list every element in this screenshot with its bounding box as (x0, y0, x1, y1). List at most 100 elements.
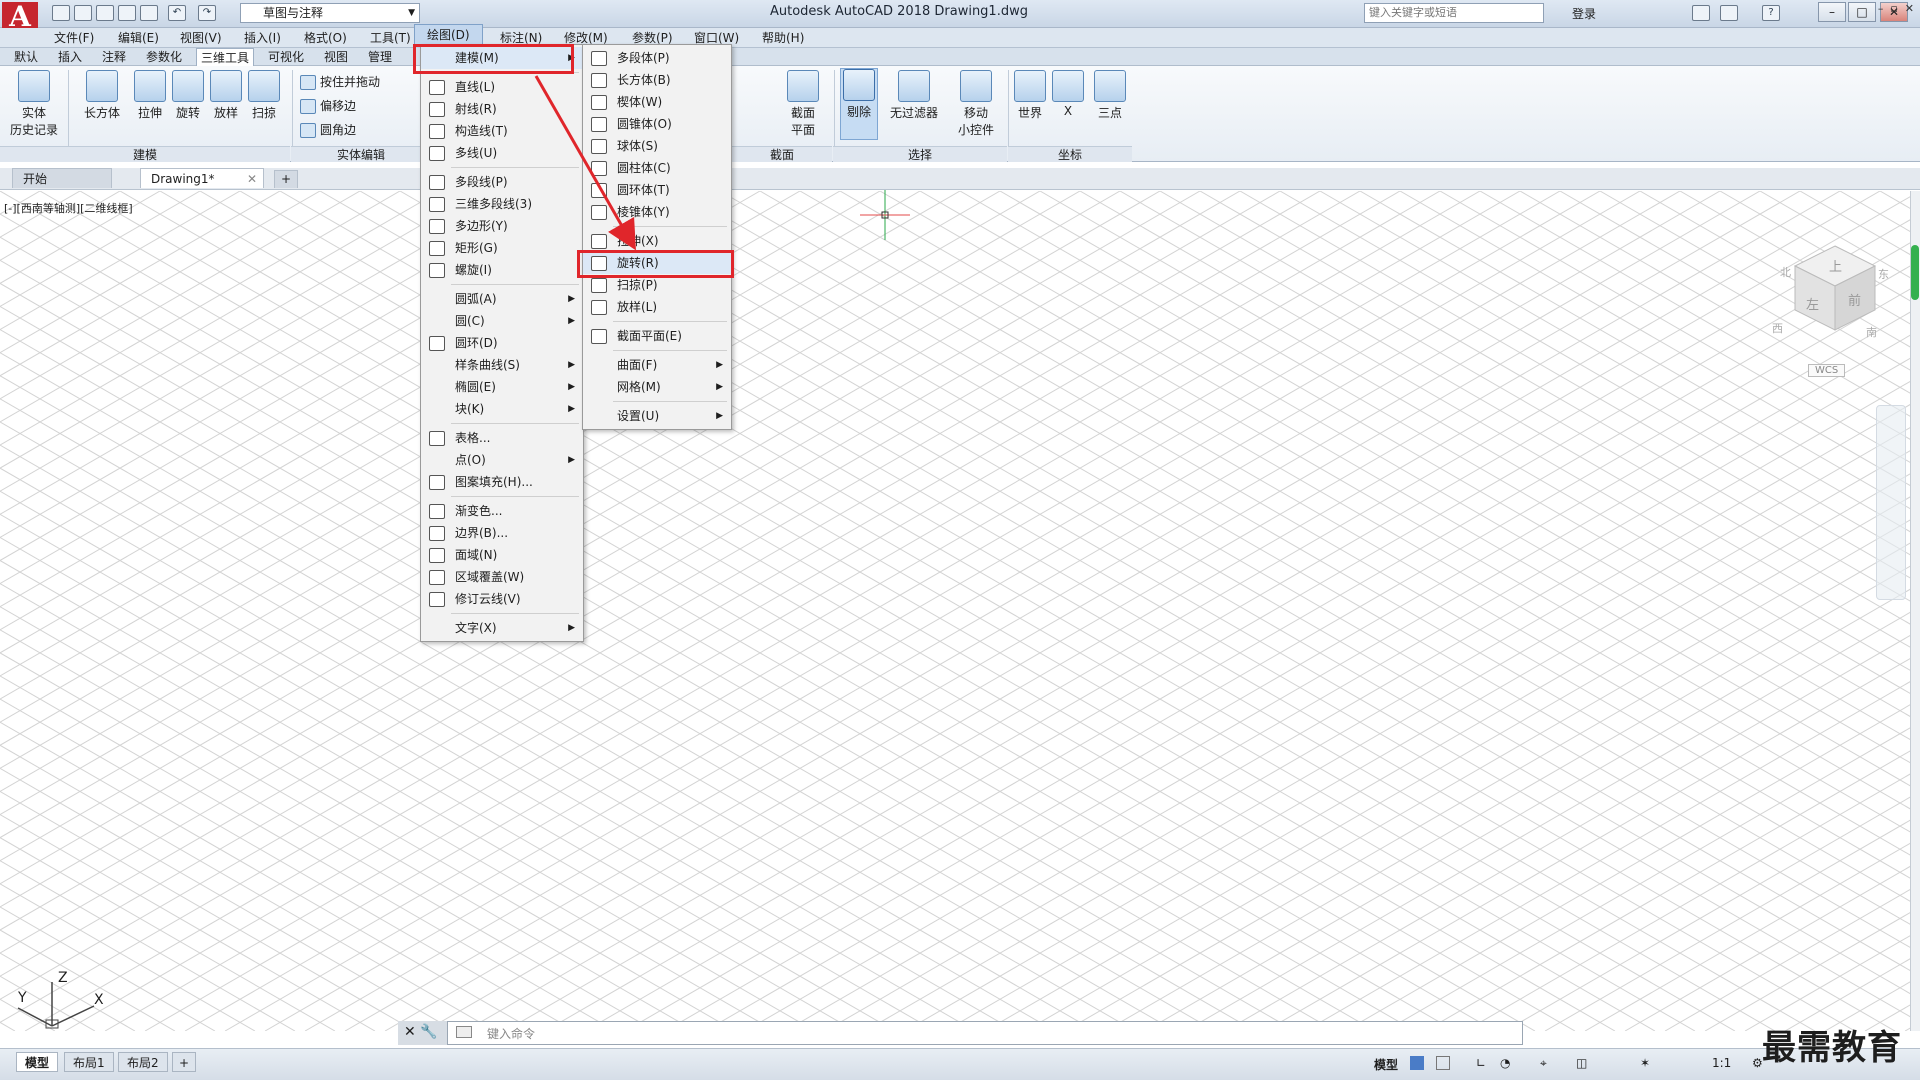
tab-visualize[interactable]: 可视化 (264, 48, 308, 66)
draw-menu-item-24[interactable]: 渐变色... (421, 500, 583, 522)
solid-history-button[interactable]: 实体 历史记录 (6, 70, 62, 138)
menu-tools[interactable]: 工具(T) (366, 28, 415, 48)
move-gizmo-button[interactable]: 移动 小控件 (948, 70, 1004, 138)
modeling-menu-item-17[interactable]: 网格(M) ▶ (583, 376, 731, 398)
minimize-button[interactable]: – (1818, 2, 1846, 22)
menu-view[interactable]: 视图(V) (176, 28, 226, 48)
command-line[interactable] (398, 1021, 1523, 1045)
layout-tab-1[interactable]: 布局1 (64, 1052, 114, 1072)
login-link[interactable]: 登录 (1572, 5, 1596, 22)
no-filter-button[interactable]: 无过滤器 (884, 70, 944, 121)
draw-menu-item-15[interactable]: 圆环(D) (421, 332, 583, 354)
panel-label-modeling[interactable]: 建模 (0, 146, 290, 162)
ortho-icon[interactable]: ∟ (1476, 1056, 1486, 1070)
draw-menu-item-26[interactable]: 面域(N) (421, 544, 583, 566)
panel-label-solid-edit[interactable]: 实体编辑 (291, 146, 431, 162)
tab-start[interactable]: 开始 (12, 168, 112, 188)
draw-menu-item-21[interactable]: 点(O) ▶ (421, 449, 583, 471)
modeling-menu-item-0[interactable]: 多段体(P) (583, 47, 731, 69)
scrollbar-thumb[interactable] (1911, 245, 1919, 300)
new-file-icon[interactable] (52, 5, 70, 21)
menu-help[interactable]: 帮助(H) (758, 28, 808, 48)
ucs-3point-button[interactable]: 三点 (1090, 70, 1130, 121)
modeling-menu-item-12[interactable]: 放样(L) (583, 296, 731, 318)
viewcube[interactable]: 上 左 前 西 南 东 北 (1772, 238, 1890, 358)
ucs-world-button[interactable]: 世界 (1012, 70, 1048, 121)
draw-menu-item-14[interactable]: 圆(C) ▶ (421, 310, 583, 332)
close-tab-icon[interactable]: ✕ (247, 169, 257, 189)
cart-icon[interactable] (1692, 5, 1710, 21)
tab-parametric[interactable]: 参数化 (142, 48, 186, 66)
draw-menu-item-22[interactable]: 图案填充(H)... (421, 471, 583, 493)
cull-button[interactable]: 剔除 (840, 68, 878, 140)
layout-tab-model[interactable]: 模型 (16, 1052, 59, 1072)
tab-3d-tools[interactable]: 三维工具 (196, 48, 255, 66)
save-icon[interactable] (96, 5, 114, 21)
navigation-bar[interactable] (1876, 405, 1906, 600)
viewport-controls[interactable]: [-][西南等轴测][二维线框] (4, 200, 133, 216)
layout-tab-2[interactable]: 布局2 (118, 1052, 168, 1072)
grid-toggle-icon[interactable] (1410, 1056, 1424, 1070)
osnap-icon[interactable]: ⌖ (1540, 1056, 1547, 1071)
panel-label-select[interactable]: 选择 (833, 146, 1007, 162)
command-input[interactable]: 键入命令 (487, 1025, 535, 1042)
draw-menu-item-27[interactable]: 区域覆盖(W) (421, 566, 583, 588)
tab-default[interactable]: 默认 (10, 48, 42, 66)
annotation-visibility-icon[interactable]: ✶ (1640, 1056, 1650, 1070)
model-space-toggle[interactable]: 模型 (1374, 1056, 1398, 1073)
snap-toggle-icon[interactable] (1436, 1056, 1450, 1070)
add-layout-button[interactable]: + (172, 1052, 197, 1072)
sweep-button[interactable]: 扫掠 (242, 70, 286, 121)
wcs-menu[interactable]: WCS (1808, 364, 1846, 377)
command-history-icon[interactable] (456, 1026, 472, 1038)
draw-menu-item-13[interactable]: 圆弧(A) ▶ (421, 288, 583, 310)
presspull-button[interactable]: 按住并拖动 (298, 72, 418, 92)
open-file-icon[interactable] (74, 5, 92, 21)
close-icon[interactable]: ✕ (404, 1024, 416, 1040)
save-as-icon[interactable] (118, 5, 136, 21)
redo-icon[interactable]: ↷ (198, 5, 216, 21)
draw-menu-item-11[interactable]: 螺旋(I) (421, 259, 583, 281)
vertical-scrollbar[interactable] (1910, 191, 1920, 1031)
fillet-edge-button[interactable]: 圆角边 (298, 120, 418, 140)
section-plane-button[interactable]: 截面 平面 (778, 70, 828, 138)
tab-insert[interactable]: 插入 (54, 48, 86, 66)
search-input[interactable]: 键入关键字或短语 (1364, 3, 1544, 23)
draw-menu-item-17[interactable]: 椭圆(E) ▶ (421, 376, 583, 398)
box-button[interactable]: 长方体 (76, 70, 128, 121)
draw-menu-item-16[interactable]: 样条曲线(S) ▶ (421, 354, 583, 376)
menu-file[interactable]: 文件(F) (50, 28, 98, 48)
tab-drawing1[interactable]: Drawing1* ✕ (140, 168, 264, 188)
tab-manage[interactable]: 管理 (364, 48, 396, 66)
draw-menu-item-20[interactable]: 表格... (421, 427, 583, 449)
draw-menu-item-18[interactable]: 块(K) ▶ (421, 398, 583, 420)
tab-annotate[interactable]: 注释 (98, 48, 130, 66)
menu-edit[interactable]: 编辑(E) (114, 28, 163, 48)
modeling-menu-item-19[interactable]: 设置(U) ▶ (583, 405, 731, 427)
panel-label-coordinates[interactable]: 坐标 (1008, 146, 1132, 162)
ucs-x-button[interactable]: X (1050, 70, 1086, 118)
new-tab-button[interactable]: + (274, 170, 298, 188)
annotation-scale[interactable]: 1:1 (1712, 1056, 1731, 1070)
workspace-select[interactable]: 草图与注释 ▼ (240, 3, 420, 23)
doc-window-controls[interactable]: – ▫ ✕ (1878, 2, 1914, 15)
help-icon[interactable]: ? (1762, 5, 1780, 21)
print-icon[interactable] (140, 5, 158, 21)
draw-menu-item-30[interactable]: 文字(X) ▶ (421, 617, 583, 639)
draw-menu-item-28[interactable]: 修订云线(V) (421, 588, 583, 610)
autodesk-a360-icon[interactable] (1720, 5, 1738, 21)
modeling-menu-item-14[interactable]: 截面平面(E) (583, 325, 731, 347)
tab-view[interactable]: 视图 (320, 48, 352, 66)
command-line-buttons[interactable]: ✕ 🔧 (398, 1021, 448, 1045)
draw-menu-item-25[interactable]: 边界(B)... (421, 522, 583, 544)
drawing-canvas[interactable] (0, 191, 1910, 1031)
dynamic-ucs-icon[interactable]: ◫ (1576, 1056, 1587, 1070)
offset-edge-button[interactable]: 偏移边 (298, 96, 418, 116)
panel-label-section[interactable]: 截面 (732, 146, 832, 162)
wrench-icon[interactable]: 🔧 (420, 1024, 437, 1040)
modeling-menu-item-16[interactable]: 曲面(F) ▶ (583, 354, 731, 376)
menu-insert[interactable]: 插入(I) (240, 28, 285, 48)
maximize-button[interactable]: □ (1848, 2, 1876, 22)
menu-format[interactable]: 格式(O) (300, 28, 351, 48)
undo-icon[interactable]: ↶ (168, 5, 186, 21)
